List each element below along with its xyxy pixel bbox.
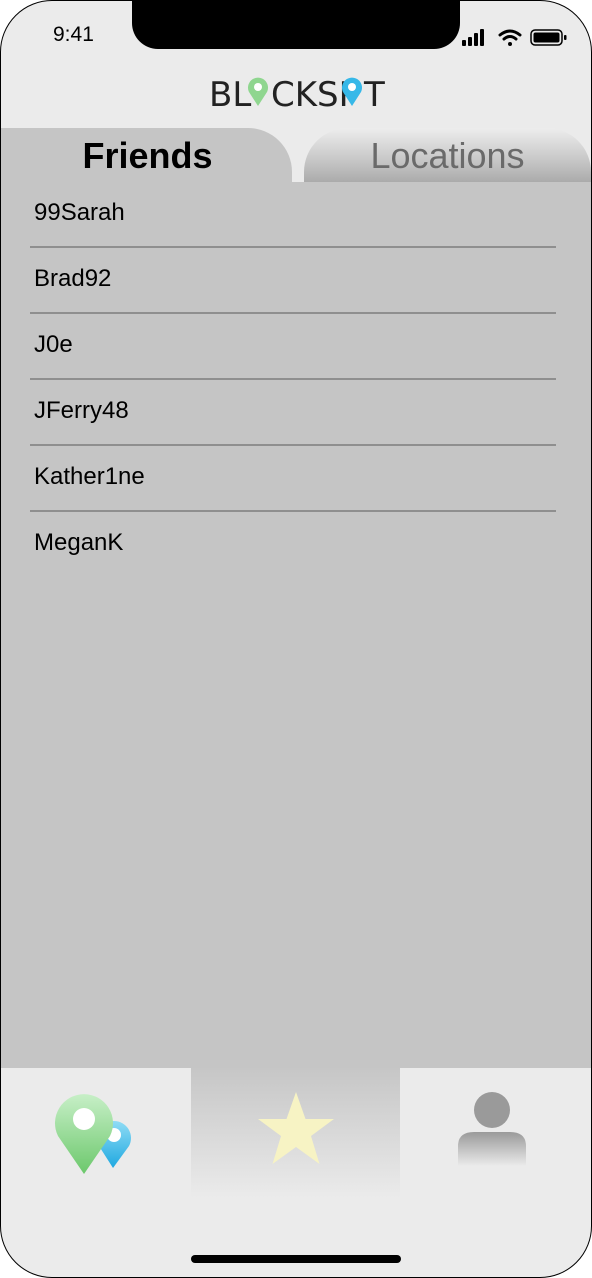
friend-name: Kather1ne (34, 463, 145, 490)
nav-favorites-button[interactable] (191, 1068, 400, 1198)
svg-text:BL: BL (209, 75, 251, 115)
friend-item[interactable]: Brad92 (30, 248, 556, 314)
friend-name: J0e (34, 331, 73, 358)
tab-locations-label: Locations (370, 135, 525, 176)
friend-name: 99Sarah (34, 199, 125, 226)
status-time: 9:41 (53, 23, 94, 46)
blockspot-logo: BL CKSP T (209, 73, 385, 115)
status-icons (461, 27, 571, 49)
friend-list: 99Sarah Brad92 J0e JFerry48 Kather1ne Me… (30, 182, 556, 578)
home-indicator[interactable] (191, 1255, 401, 1263)
friend-name: MeganK (34, 529, 124, 556)
nav-profile-button[interactable] (400, 1068, 591, 1198)
svg-text:T: T (363, 75, 385, 115)
notch (132, 1, 460, 49)
friend-item[interactable]: J0e (30, 314, 556, 380)
friend-name: JFerry48 (34, 397, 129, 424)
person-icon (458, 1092, 526, 1166)
map-pins-icon (54, 1094, 131, 1174)
phone-screen: 9:41 BL CKSP T Friends Locations 99Sarah… (0, 0, 592, 1278)
friend-item[interactable]: 99Sarah (30, 182, 556, 248)
star-icon (258, 1092, 334, 1164)
nav-map-button[interactable] (1, 1068, 191, 1198)
tab-friends-label: Friends (82, 135, 213, 176)
friend-name: Brad92 (34, 265, 112, 292)
wifi-icon (498, 29, 522, 46)
friends-list-panel: 99Sarah Brad92 J0e JFerry48 Kather1ne Me… (1, 182, 591, 1068)
tab-locations[interactable]: Locations (304, 128, 591, 188)
tab-friends[interactable]: Friends (1, 128, 292, 188)
signal-icon (462, 29, 484, 46)
battery-icon (530, 29, 567, 46)
friend-item[interactable]: JFerry48 (30, 380, 556, 446)
friend-item[interactable]: MeganK (30, 512, 556, 578)
friend-item[interactable]: Kather1ne (30, 446, 556, 512)
